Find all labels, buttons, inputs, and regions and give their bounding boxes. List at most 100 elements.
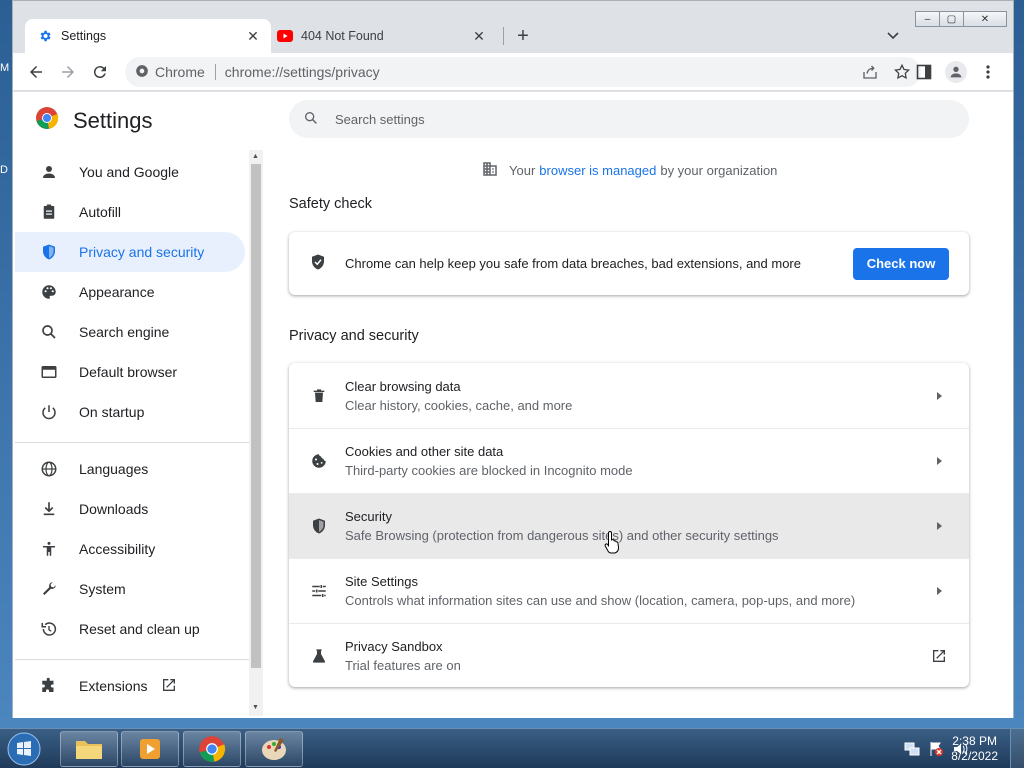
row-security[interactable]: Security Safe Browsing (protection from … — [289, 493, 969, 558]
maximize-button[interactable]: ▢ — [939, 11, 964, 27]
close-window-button[interactable]: ✕ — [963, 11, 1007, 27]
puzzle-icon — [39, 676, 59, 696]
cookie-icon — [309, 451, 329, 471]
sidebar-item-default-browser[interactable]: Default browser — [15, 352, 245, 392]
search-placeholder: Search settings — [335, 111, 425, 127]
browser-managed-link[interactable]: browser is managed — [539, 163, 656, 178]
row-privacy-sandbox[interactable]: Privacy Sandbox Trial features are on — [289, 623, 969, 688]
media-player-icon — [140, 739, 160, 759]
shield-icon — [39, 242, 59, 262]
url-text[interactable]: chrome://settings/privacy — [225, 64, 380, 80]
clock-time: 2:38 PM — [952, 734, 997, 748]
sidebar-item-label: On startup — [79, 404, 145, 420]
clock-date: 8/2/2022 — [951, 749, 998, 763]
scroll-up-arrow-icon[interactable]: ▲ — [252, 153, 259, 160]
chevron-down-icon[interactable] — [885, 27, 901, 43]
managed-notice: Your browser is managed by your organiza… — [481, 160, 777, 181]
sidebar-item-label: Autofill — [79, 204, 122, 220]
row-cookies[interactable]: Cookies and other site data Third-party … — [289, 428, 969, 493]
sidebar-item-label: Default browser — [79, 364, 178, 380]
side-panel-button[interactable] — [913, 61, 935, 83]
address-bar[interactable]: Chrome chrome://settings/privacy — [125, 57, 921, 87]
row-title: Clear browsing data — [345, 378, 461, 394]
desktop-icon-label: D — [0, 164, 8, 176]
windows-logo-icon — [7, 732, 41, 766]
clipboard-icon — [39, 202, 59, 222]
chevron-right-icon — [929, 456, 949, 466]
omnibox-divider — [214, 64, 216, 80]
privacy-security-card: Clear browsing data Clear history, cooki… — [289, 363, 969, 687]
check-now-button[interactable]: Check now — [853, 247, 949, 280]
tab-404[interactable]: 404 Not Found ✕ — [265, 19, 497, 53]
sidebar-item-system[interactable]: System — [15, 569, 245, 609]
sidebar-item-label: Search engine — [79, 324, 170, 340]
scrollbar-thumb[interactable] — [251, 164, 261, 668]
sidebar-item-label: You and Google — [79, 164, 179, 180]
row-title: Site Settings — [345, 574, 418, 589]
share-icon[interactable] — [861, 63, 879, 84]
arrow-right-icon — [62, 66, 74, 78]
minimize-button[interactable]: ‒ — [915, 11, 940, 27]
search-settings-field[interactable]: Search settings — [289, 100, 969, 138]
flask-icon — [309, 646, 329, 666]
network-icon[interactable] — [904, 741, 920, 762]
sidebar-divider — [15, 442, 249, 443]
sidebar-scrollbar[interactable]: ▲ ▼ — [249, 150, 263, 716]
sidebar-item-downloads[interactable]: Downloads — [15, 489, 245, 529]
row-subtitle: Third-party cookies are blocked in Incog… — [345, 463, 633, 478]
chrome-logo-icon — [135, 64, 149, 81]
open-in-new-icon — [161, 677, 177, 696]
taskbar-clock[interactable]: 2:38 PM 8/2/2022 — [951, 734, 998, 764]
row-title: Security — [345, 509, 392, 524]
reload-button[interactable] — [89, 61, 111, 83]
back-button[interactable] — [25, 61, 47, 83]
sidebar-item-on-startup[interactable]: On startup — [15, 392, 245, 432]
start-button[interactable] — [4, 731, 44, 767]
power-icon — [39, 402, 59, 422]
side-panel-icon — [916, 64, 932, 80]
safety-check-heading: Safety check — [289, 196, 373, 212]
sidebar: You and Google Autofill Privacy and secu… — [13, 150, 249, 716]
sidebar-item-accessibility[interactable]: Accessibility — [15, 529, 245, 569]
arrow-left-icon — [30, 66, 42, 78]
action-center-flag-icon[interactable] — [928, 741, 944, 762]
star-icon[interactable] — [893, 63, 911, 84]
sidebar-item-privacy-and-security[interactable]: Privacy and security — [15, 232, 245, 272]
close-tab-icon[interactable]: ✕ — [471, 28, 487, 44]
folder-icon — [76, 741, 102, 759]
new-tab-button[interactable]: + — [513, 25, 533, 47]
sidebar-item-reset-and-clean-up[interactable]: Reset and clean up — [15, 609, 245, 649]
forward-button[interactable] — [57, 61, 79, 83]
sidebar-item-autofill[interactable]: Autofill — [15, 192, 245, 232]
scroll-down-arrow-icon[interactable]: ▼ — [252, 704, 259, 711]
sidebar-item-search-engine[interactable]: Search engine — [15, 312, 245, 352]
taskbar-chrome[interactable] — [183, 731, 241, 767]
tab-settings[interactable]: Settings ✕ — [25, 19, 271, 53]
sidebar-item-label: Downloads — [79, 501, 149, 517]
sidebar-divider — [15, 659, 249, 660]
sidebar-item-appearance[interactable]: Appearance — [15, 272, 245, 312]
gear-icon — [37, 28, 53, 44]
desktop-icon-label: M — [0, 62, 10, 74]
row-site-settings[interactable]: Site Settings Controls what information … — [289, 558, 969, 623]
sidebar-item-languages[interactable]: Languages — [15, 449, 245, 489]
taskbar-paint[interactable] — [245, 731, 303, 767]
profile-button[interactable] — [945, 61, 967, 83]
show-desktop-button[interactable] — [1010, 729, 1024, 768]
settings-page: Settings You and Google Autofill Privacy… — [13, 92, 1013, 718]
window-controls: ‒ ▢ ✕ — [915, 11, 1007, 27]
row-subtitle: Trial features are on — [345, 658, 461, 673]
safety-check-text: Chrome can help keep you safe from data … — [345, 256, 801, 271]
close-tab-icon[interactable]: ✕ — [245, 28, 261, 44]
sidebar-item-extensions[interactable]: Extensions — [15, 666, 245, 706]
menu-button[interactable] — [977, 61, 999, 83]
toolbar: Chrome chrome://settings/privacy — [13, 53, 1013, 91]
row-clear-browsing-data[interactable]: Clear browsing data Clear history, cooki… — [289, 363, 969, 428]
trash-icon — [309, 386, 329, 406]
sidebar-item-you-and-google[interactable]: You and Google — [15, 152, 245, 192]
reload-icon — [93, 66, 106, 79]
sliders-icon — [309, 581, 329, 601]
taskbar-media-player[interactable] — [121, 731, 179, 767]
taskbar-explorer[interactable] — [60, 731, 118, 767]
youtube-icon — [277, 28, 293, 44]
